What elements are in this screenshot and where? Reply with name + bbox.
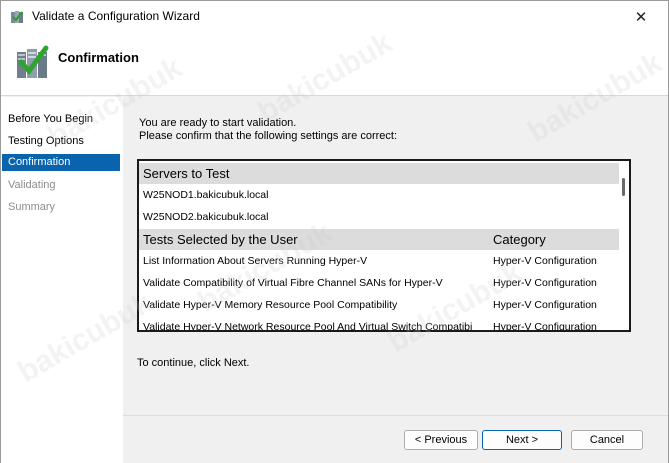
intro-text: You are ready to start validation. — [139, 117, 297, 129]
test-category: Hyper-V Configuration — [493, 277, 597, 289]
server-name: W25NOD2.bakicubuk.local — [143, 211, 269, 223]
validate-wizard-icon — [17, 45, 49, 78]
wizard-window: Validate a Configuration Wizard ✕ Confir… — [0, 0, 669, 463]
title-bar: Validate a Configuration Wizard ✕ — [1, 1, 668, 32]
test-category: Hyper-V Configuration — [493, 321, 597, 330]
list-scrollbar[interactable] — [619, 161, 629, 330]
list-item[interactable]: W25NOD1.bakicubuk.local — [139, 184, 628, 206]
list-item[interactable]: List Information About Servers Running H… — [139, 250, 628, 272]
sidebar-item-testing-options[interactable]: Testing Options — [2, 133, 120, 150]
wizard-steps-sidebar: Before You Begin Testing Options Confirm… — [1, 97, 123, 463]
servers-group-header: Servers to Test — [139, 163, 628, 184]
list-item[interactable]: Validate Hyper-V Network Resource Pool A… — [139, 316, 628, 330]
wizard-footer: < Previous Next > Cancel — [123, 415, 668, 463]
next-button[interactable]: Next > — [482, 430, 562, 450]
test-name: List Information About Servers Running H… — [143, 255, 368, 267]
list-item[interactable]: Validate Compatibility of Virtual Fibre … — [139, 272, 628, 294]
tests-group-header: Tests Selected by the User Category — [139, 229, 628, 250]
cancel-button[interactable]: Cancel — [571, 430, 643, 450]
test-category: Hyper-V Configuration — [493, 299, 597, 311]
category-header-label: Category — [493, 232, 546, 247]
continue-hint: To continue, click Next. — [137, 357, 250, 369]
list-item[interactable]: Validate Hyper-V Memory Resource Pool Co… — [139, 294, 628, 316]
settings-list[interactable]: Servers to Test W25NOD1.bakicubuk.local … — [137, 159, 631, 332]
instruction-text: Please confirm that the following settin… — [139, 130, 398, 142]
list-item[interactable]: W25NOD2.bakicubuk.local — [139, 206, 628, 228]
test-name: Validate Compatibility of Virtual Fibre … — [143, 277, 443, 289]
test-name: Validate Hyper-V Network Resource Pool A… — [143, 321, 473, 330]
server-name: W25NOD1.bakicubuk.local — [143, 189, 269, 201]
servers-header-label: Servers to Test — [143, 166, 230, 181]
test-category: Hyper-V Configuration — [493, 255, 597, 267]
scrollbar-thumb[interactable] — [622, 178, 625, 196]
validate-wizard-icon — [11, 11, 23, 23]
close-icon: ✕ — [634, 8, 648, 26]
sidebar-item-before-you-begin[interactable]: Before You Begin — [2, 111, 120, 128]
wizard-header: Confirmation — [1, 32, 668, 96]
close-button[interactable]: ✕ — [618, 1, 664, 32]
sidebar-item-confirmation[interactable]: Confirmation — [2, 154, 120, 171]
page-title: Confirmation — [58, 50, 139, 65]
sidebar-item-validating: Validating — [8, 179, 56, 191]
sidebar-item-summary: Summary — [8, 201, 56, 213]
window-title: Validate a Configuration Wizard — [32, 9, 200, 23]
tests-header-label: Tests Selected by the User — [143, 232, 298, 247]
confirmation-panel: You are ready to start validation. Pleas… — [123, 97, 668, 415]
test-name: Validate Hyper-V Memory Resource Pool Co… — [143, 299, 398, 311]
previous-button[interactable]: < Previous — [404, 430, 478, 450]
